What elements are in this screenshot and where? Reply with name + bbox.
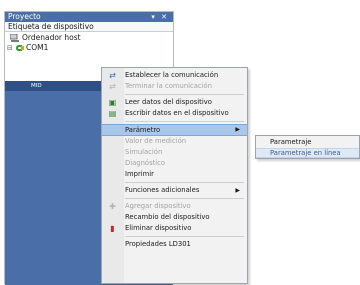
read-device-icon: ▣ <box>108 98 117 107</box>
menu-item-measured-value[interactable]: Valor de medición <box>102 136 247 147</box>
menu-separator <box>125 121 244 122</box>
submenu-arrow-icon: ▶ <box>235 187 240 194</box>
menu-item-delete-device[interactable]: ▮ Eliminar dispositivo <box>102 223 247 234</box>
host-computer-icon <box>10 34 19 42</box>
add-device-icon: ✚ <box>109 202 116 211</box>
tree-item-com1[interactable]: ⊟ COM1 <box>5 43 173 53</box>
com-port-icon <box>16 45 24 51</box>
menu-separator <box>125 182 244 183</box>
submenu-arrow-icon: ▶ <box>235 126 240 133</box>
menu-item-read-device[interactable]: ▣ Leer datos del dispositivo <box>102 97 247 108</box>
menu-item-establish-communication[interactable]: ⇄ Establecer la comunicación <box>102 70 247 81</box>
menu-item-terminate-communication[interactable]: ⇄ Terminar la comunicación <box>102 81 247 92</box>
menu-item-properties[interactable]: Propiedades LD301 <box>102 239 247 250</box>
menu-item-additional-functions[interactable]: Funciones adicionales ▶ <box>102 185 247 196</box>
column-header[interactable]: Etiqueta de dispositivo <box>5 22 173 32</box>
panel-window-controls[interactable]: ▾ ✕ <box>151 12 169 22</box>
panel-title-bar: Proyecto ▾ ✕ <box>5 12 173 22</box>
collapse-toggle[interactable]: ⊟ <box>7 43 13 53</box>
menu-item-write-device[interactable]: ▤ Escribir datos en el dispositivo <box>102 108 247 119</box>
menu-separator <box>125 94 244 95</box>
menu-item-parameter[interactable]: Parámetro ▶ <box>102 124 247 136</box>
menu-separator <box>125 198 244 199</box>
parameter-submenu: Parametraje Parametraje en línea <box>255 135 360 159</box>
delete-device-icon: ▮ <box>110 224 115 233</box>
tree-item-com1-label: COM1 <box>26 43 49 52</box>
menu-item-simulation[interactable]: Simulación <box>102 147 247 158</box>
panel-title: Proyecto <box>8 12 41 21</box>
submenu-item-parametrization[interactable]: Parametraje <box>256 137 359 148</box>
menu-item-add-device[interactable]: ✚ Agregar dispositivo <box>102 201 247 212</box>
connect-icon: ⇄ <box>109 71 116 80</box>
menu-item-diagnostics[interactable]: Diagnóstico <box>102 158 247 169</box>
submenu-item-online-parametrization[interactable]: Parametraje en línea <box>256 148 359 158</box>
write-device-icon: ▤ <box>108 109 117 118</box>
disconnect-icon: ⇄ <box>109 82 116 91</box>
context-menu: ⇄ Establecer la comunicación ⇄ Terminar … <box>101 67 248 284</box>
tree-item-host[interactable]: Ordenador host <box>5 33 173 43</box>
menu-item-print[interactable]: Imprimir <box>102 169 247 180</box>
tree-item-mid-label: MID <box>31 83 42 89</box>
menu-item-replace-device[interactable]: Recambio del dispositivo <box>102 212 247 223</box>
menu-separator <box>125 236 244 237</box>
tree-item-host-label: Ordenador host <box>22 33 81 42</box>
